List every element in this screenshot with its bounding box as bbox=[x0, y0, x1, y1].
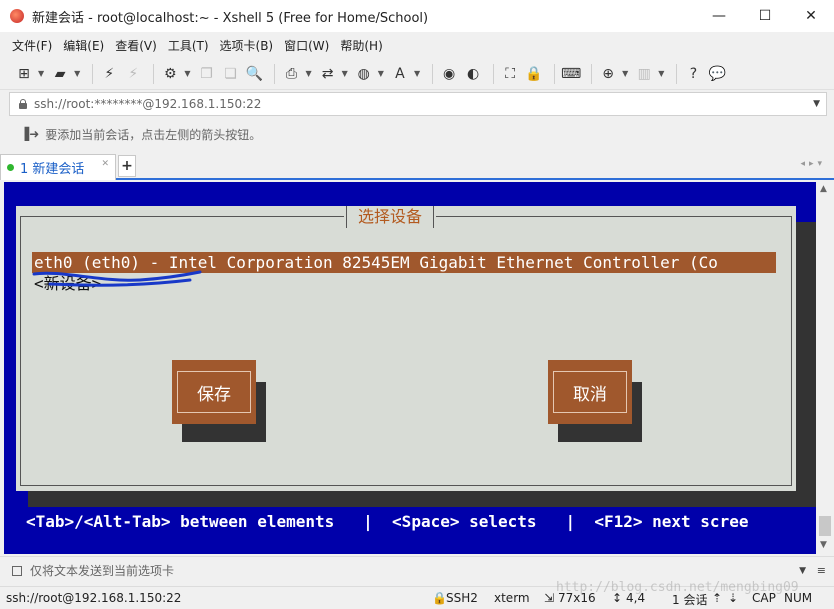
new-tab-icon[interactable]: ⊕ bbox=[598, 64, 618, 84]
menu-edit[interactable]: 编辑(E) bbox=[63, 37, 104, 54]
terminal-area[interactable]: 选择设备 eth0 (eth0) - Intel Corporation 825… bbox=[4, 182, 816, 554]
lock-icon[interactable]: 🔒 bbox=[524, 64, 544, 84]
close-button[interactable]: ✕ bbox=[788, 0, 834, 32]
copy-icon[interactable]: ❐ bbox=[196, 64, 216, 84]
properties-icon[interactable]: ⚙ bbox=[160, 64, 180, 84]
address-bar[interactable]: ssh://root:********@192.168.1.150:22 ▼ bbox=[9, 92, 827, 116]
scroll-up-icon[interactable]: ▲ bbox=[820, 184, 827, 194]
layout-icon[interactable]: ▥ bbox=[634, 64, 654, 84]
toolbar-divider bbox=[92, 63, 94, 84]
tab-bar: 1 新建会话 ✕ + ◂▸▾ bbox=[0, 152, 834, 180]
toolbar-divider bbox=[493, 63, 495, 84]
print-dropdown-icon[interactable]: ▼ bbox=[305, 69, 311, 78]
compose-dropdown-icon[interactable]: ▼ bbox=[799, 566, 806, 576]
font-dropdown-icon[interactable]: ▼ bbox=[414, 69, 420, 78]
transfer-icon[interactable]: ⇄ bbox=[318, 64, 338, 84]
chat-icon[interactable]: 💬 bbox=[707, 64, 727, 84]
toolbar-divider bbox=[274, 63, 276, 84]
add-tab-button[interactable]: + bbox=[118, 155, 136, 177]
open-dropdown-icon[interactable]: ▼ bbox=[74, 69, 80, 78]
new-session-dropdown-icon[interactable]: ▼ bbox=[38, 69, 44, 78]
script-icon[interactable]: ◐ bbox=[463, 64, 483, 84]
keyboard-icon[interactable]: ⌨ bbox=[561, 64, 581, 84]
scrollbar-thumb[interactable] bbox=[819, 516, 831, 536]
transfer-dropdown-icon[interactable]: ▼ bbox=[342, 69, 348, 78]
xshell-app-icon bbox=[10, 9, 24, 23]
window-title: 新建会话 - root@localhost:~ - Xshell 5 (Free… bbox=[32, 10, 429, 26]
menu-view[interactable]: 查看(V) bbox=[115, 37, 157, 54]
xftp-icon[interactable]: ◉ bbox=[439, 64, 459, 84]
tui-help-line: <Tab>/<Alt-Tab> between elements | <Spac… bbox=[26, 512, 749, 531]
new-session-icon[interactable]: ⊞ bbox=[14, 64, 34, 84]
dialog-shadow bbox=[796, 222, 816, 507]
dialog-title: 选择设备 bbox=[344, 206, 437, 228]
toolbar-divider bbox=[676, 63, 678, 84]
compose-menu-icon[interactable]: ≡ bbox=[817, 564, 826, 577]
compose-placeholder[interactable]: 仅将文本发送到当前选项卡 bbox=[30, 562, 174, 579]
status-lock-icon: 🔒 bbox=[432, 591, 447, 605]
session-hint-text: 要添加当前会话，点击左侧的箭头按钮。 bbox=[45, 127, 262, 142]
font-icon[interactable]: A bbox=[390, 64, 410, 84]
save-button[interactable]: 保存 bbox=[172, 360, 256, 424]
cancel-button-label[interactable]: 取消 bbox=[553, 371, 627, 413]
menu-bar: 文件(F) 编辑(E) 查看(V) 工具(T) 选项卡(B) 窗口(W) 帮助(… bbox=[0, 32, 834, 58]
toolbar-divider bbox=[554, 63, 556, 84]
scroll-down-icon[interactable]: ▼ bbox=[820, 540, 827, 550]
lock-icon bbox=[18, 99, 28, 109]
maximize-button[interactable]: ☐ bbox=[742, 0, 788, 32]
menu-tools[interactable]: 工具(T) bbox=[168, 37, 209, 54]
address-value[interactable]: ssh://root:********@192.168.1.150:22 bbox=[34, 97, 261, 111]
status-connection: ssh://root@192.168.1.150:22 bbox=[6, 591, 182, 605]
find-icon[interactable]: 🔍 bbox=[244, 64, 264, 84]
fullscreen-icon[interactable]: ⛶ bbox=[500, 64, 520, 84]
connected-status-icon bbox=[7, 164, 14, 171]
reconnect-icon[interactable]: ⚡ bbox=[99, 64, 119, 84]
handwritten-underline-annotation bbox=[32, 270, 202, 287]
tab-label[interactable]: 1 新建会话 bbox=[20, 158, 84, 177]
open-folder-icon[interactable]: ▰ bbox=[50, 64, 70, 84]
watermark: http://blog.csdn.net/mengbing09 bbox=[556, 580, 799, 595]
minimize-button[interactable]: — bbox=[696, 0, 742, 32]
toolbar-divider bbox=[153, 63, 155, 84]
tab-session-1[interactable]: 1 新建会话 ✕ bbox=[0, 154, 116, 180]
status-protocol: SSH2 bbox=[446, 591, 478, 605]
toolbar: ⊞ ▼ ▰ ▼ ⚡ ⚡ ⚙ ▼ ❐ ❏ 🔍 ⎙ ▼ ⇄ ▼ ◍ ▼ A ▼ ◉ ◐ ⛶ 🔒 ⌨… bbox=[0, 58, 834, 90]
select-device-dialog: 选择设备 eth0 (eth0) - Intel Corporation 825… bbox=[16, 206, 796, 491]
layout-dropdown-icon[interactable]: ▼ bbox=[658, 69, 664, 78]
compose-icon bbox=[12, 565, 22, 576]
help-icon[interactable]: ? bbox=[683, 64, 703, 84]
new-tab-dropdown-icon[interactable]: ▼ bbox=[622, 69, 628, 78]
paste-icon[interactable]: ❏ bbox=[220, 64, 240, 84]
properties-dropdown-icon[interactable]: ▼ bbox=[184, 69, 190, 78]
disconnect-icon[interactable]: ⚡ bbox=[123, 64, 143, 84]
toolbar-divider bbox=[591, 63, 593, 84]
terminal-scrollbar[interactable]: ▲ ▼ bbox=[816, 182, 834, 554]
add-session-arrow-icon[interactable]: ▐➜ bbox=[20, 127, 39, 141]
status-resize-icon: ⇲ bbox=[544, 591, 555, 605]
toolbar-divider bbox=[432, 63, 434, 84]
globe-dropdown-icon[interactable]: ▼ bbox=[378, 69, 384, 78]
menu-window[interactable]: 窗口(W) bbox=[284, 37, 329, 54]
tab-close-icon[interactable]: ✕ bbox=[101, 159, 109, 169]
tab-scroll-arrows-icon[interactable]: ◂▸▾ bbox=[800, 159, 826, 169]
title-bar: 新建会话 - root@localhost:~ - Xshell 5 (Free… bbox=[0, 0, 834, 32]
window-controls: — ☐ ✕ bbox=[696, 0, 834, 32]
menu-help[interactable]: 帮助(H) bbox=[340, 37, 382, 54]
print-icon[interactable]: ⎙ bbox=[281, 64, 301, 84]
session-hint-bar: ▐➜ 要添加当前会话，点击左侧的箭头按钮。 bbox=[0, 120, 834, 148]
menu-file[interactable]: 文件(F) bbox=[12, 37, 52, 54]
address-dropdown-icon[interactable]: ▼ bbox=[813, 99, 820, 109]
save-button-label[interactable]: 保存 bbox=[177, 371, 251, 413]
cancel-button[interactable]: 取消 bbox=[548, 360, 632, 424]
status-terminal-type: xterm bbox=[494, 591, 530, 605]
globe-icon[interactable]: ◍ bbox=[354, 64, 374, 84]
menu-tabs[interactable]: 选项卡(B) bbox=[220, 37, 274, 54]
